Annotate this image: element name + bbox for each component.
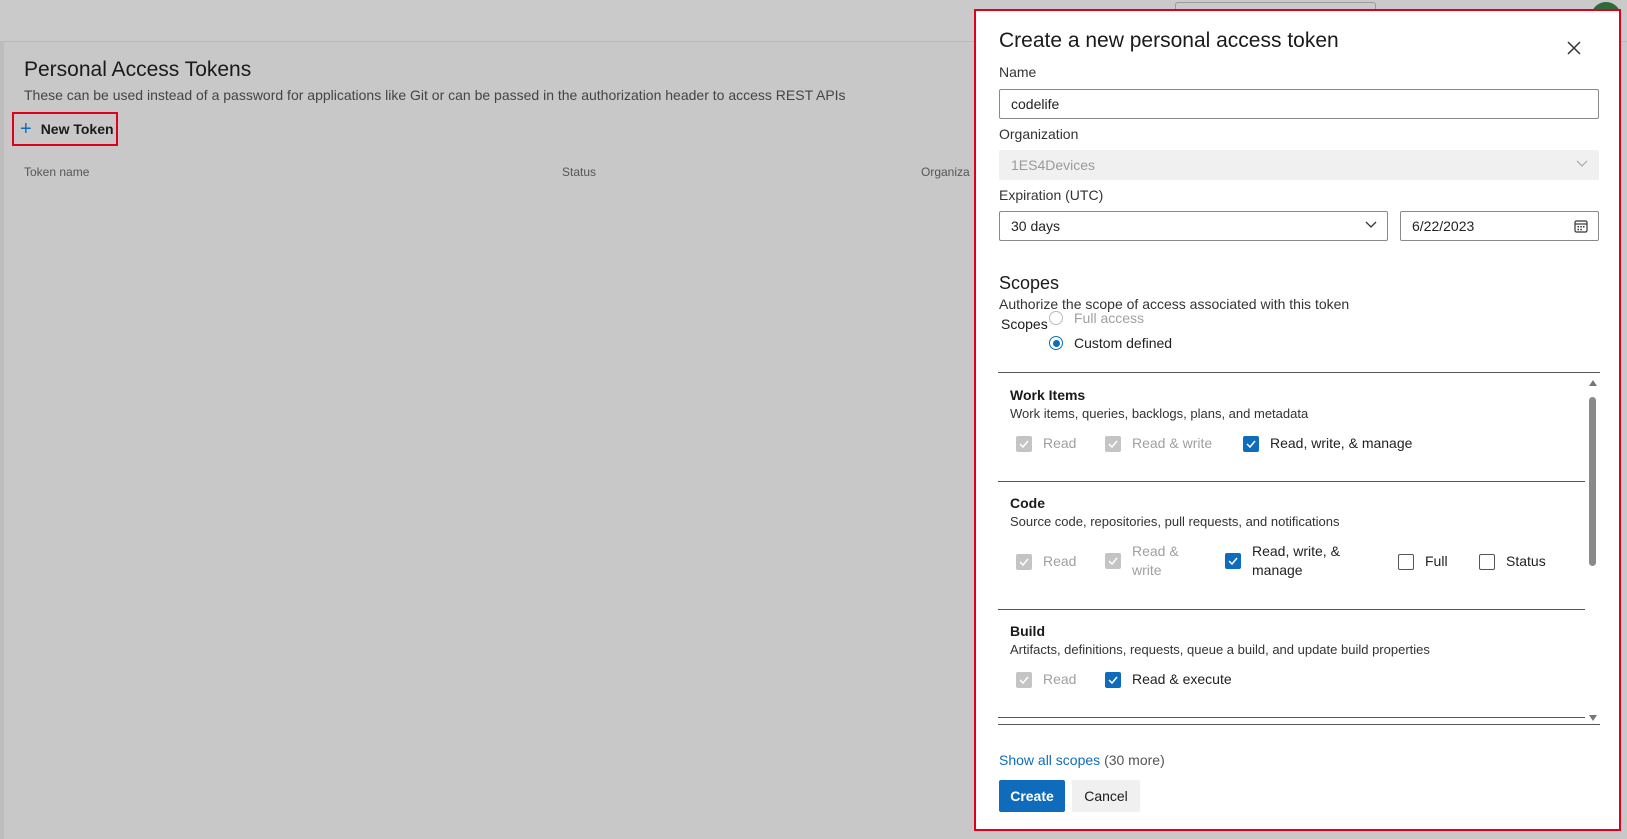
panel-title: Create a new personal access token — [999, 29, 1339, 52]
expiration-value: 30 days — [1011, 218, 1061, 234]
expiration-date-field[interactable]: 6/22/2023 — [1400, 211, 1599, 241]
scroll-thumb[interactable] — [1589, 397, 1596, 566]
column-header-organization[interactable]: Organiza — [921, 165, 970, 179]
code-read-write-checkbox: Read & write — [1105, 542, 1185, 580]
scope-description: Artifacts, definitions, requests, queue … — [1010, 642, 1430, 657]
organization-select: 1ES4Devices — [999, 150, 1599, 180]
scope-name: Build — [1010, 623, 1045, 639]
scope-work-items: Work Items Work items, queries, backlogs… — [998, 373, 1585, 482]
scopes-heading: Scopes — [999, 273, 1060, 293]
organization-label: Organization — [999, 126, 1079, 142]
option-label: Read — [1043, 553, 1077, 569]
chevron-down-icon — [1576, 160, 1588, 167]
scopes-label: Scopes — [1001, 316, 1048, 332]
option-label: Read & execute — [1132, 671, 1232, 687]
column-header-token-name[interactable]: Token name — [24, 165, 89, 179]
work-items-read-checkbox: Read — [1016, 434, 1076, 453]
expiration-date-value: 6/22/2023 — [1412, 218, 1475, 234]
option-label: Read — [1043, 435, 1077, 451]
organization-value: 1ES4Devices — [1011, 157, 1096, 173]
show-all-scopes-link[interactable]: Show all scopes — [999, 752, 1100, 768]
plus-icon: + — [20, 118, 32, 140]
option-label: Read & write — [1132, 435, 1213, 451]
create-button[interactable]: Create — [999, 780, 1065, 812]
option-label: Read — [1043, 671, 1077, 687]
checkmark-icon — [1243, 435, 1259, 452]
option-label: Read, write, & manage — [1270, 435, 1413, 451]
radio-full-access: Full access — [1049, 310, 1144, 326]
create-token-panel: Create a new personal access token Name … — [974, 9, 1621, 831]
checkmark-icon — [1016, 435, 1032, 452]
new-token-button[interactable]: + New Token — [12, 112, 118, 146]
radio-full-access-label: Full access — [1074, 310, 1145, 326]
name-field[interactable]: codelife — [999, 89, 1599, 119]
build-read-execute-checkbox[interactable]: Read & execute — [1105, 670, 1232, 689]
radio-selected-icon — [1049, 336, 1063, 350]
option-label: Status — [1506, 553, 1546, 569]
scroll-up-icon[interactable] — [1589, 380, 1597, 386]
page-title: Personal Access Tokens — [24, 58, 252, 81]
checkmark-icon — [1225, 553, 1241, 569]
close-icon[interactable] — [1563, 37, 1585, 59]
name-label: Name — [999, 64, 1037, 80]
more-scopes-count: (30 more) — [1104, 752, 1165, 768]
work-items-manage-checkbox[interactable]: Read, write, & manage — [1243, 434, 1412, 453]
expiration-select[interactable]: 30 days — [999, 211, 1388, 241]
checkmark-icon — [1105, 671, 1121, 688]
scroll-down-icon[interactable] — [1589, 715, 1597, 721]
option-label: Full — [1425, 553, 1448, 569]
scope-list[interactable]: Work Items Work items, queries, backlogs… — [998, 372, 1600, 725]
left-nav-edge — [0, 41, 4, 839]
chevron-down-icon — [1365, 221, 1377, 228]
code-full-checkbox[interactable]: Full — [1398, 552, 1448, 571]
expiration-label: Expiration (UTC) — [999, 187, 1104, 203]
checkmark-icon — [1016, 553, 1032, 570]
checkbox-icon — [1398, 553, 1414, 570]
scope-build: Build Artifacts, definitions, requests, … — [998, 609, 1585, 718]
scope-list-scrollbar[interactable] — [1586, 373, 1600, 724]
checkmark-icon — [1105, 553, 1121, 569]
radio-custom-defined-label: Custom defined — [1074, 335, 1173, 351]
page-subtitle: These can be used instead of a password … — [24, 87, 846, 103]
radio-icon — [1049, 311, 1063, 325]
scope-description: Work items, queries, backlogs, plans, an… — [1010, 406, 1309, 421]
scope-description: Source code, repositories, pull requests… — [1010, 514, 1340, 529]
radio-custom-defined[interactable]: Custom defined — [1049, 335, 1172, 351]
scope-name: Work Items — [1010, 387, 1086, 403]
build-read-checkbox: Read — [1016, 670, 1076, 689]
new-token-label: New Token — [40, 121, 114, 137]
checkmark-icon — [1105, 435, 1121, 452]
code-read-checkbox: Read — [1016, 552, 1076, 571]
code-manage-checkbox[interactable]: Read, write, & manage — [1225, 542, 1365, 580]
work-items-read-write-checkbox: Read & write — [1105, 434, 1212, 453]
calendar-icon[interactable] — [1574, 219, 1588, 233]
checkmark-icon — [1016, 671, 1032, 688]
checkbox-icon — [1479, 553, 1495, 570]
option-label: Read & write — [1132, 543, 1179, 578]
column-header-status[interactable]: Status — [562, 165, 596, 179]
scope-name: Code — [1010, 495, 1045, 511]
code-status-checkbox[interactable]: Status — [1479, 552, 1546, 571]
name-value: codelife — [1011, 96, 1060, 112]
show-all-scopes: Show all scopes (30 more) — [999, 752, 1165, 768]
option-label: Read, write, & manage — [1252, 543, 1340, 578]
cancel-button[interactable]: Cancel — [1072, 780, 1140, 812]
scope-code: Code Source code, repositories, pull req… — [998, 481, 1585, 610]
